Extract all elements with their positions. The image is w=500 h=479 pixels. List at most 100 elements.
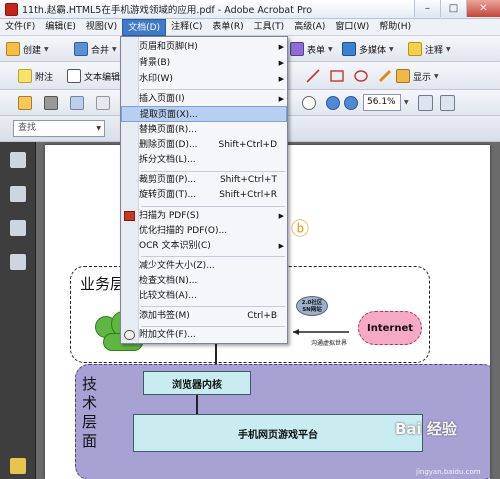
paperclip-icon xyxy=(124,330,135,340)
oval-tool[interactable] xyxy=(354,66,368,86)
menu-delete-pages[interactable]: 删除页面(D)... Shift+Ctrl+D xyxy=(121,137,287,153)
open-icon[interactable] xyxy=(18,96,32,110)
browser-core-box: 浏览器内核 xyxy=(143,371,251,395)
pencil-icon xyxy=(378,69,392,83)
menu-file[interactable]: 文件(F) xyxy=(0,19,40,36)
submenu-arrow-icon: ▶ xyxy=(278,242,284,250)
baidu-watermark-url: jingyan.baidu.com xyxy=(416,468,481,476)
submenu-arrow-icon: ▶ xyxy=(278,75,284,83)
zoom-dropdown-icon[interactable]: ▼ xyxy=(404,99,409,106)
menu-background[interactable]: 背景(B) ▶ xyxy=(121,55,287,71)
submenu-arrow-icon: ▶ xyxy=(278,95,284,103)
menu-ocr[interactable]: OCR 文本识别(C) ▶ xyxy=(121,238,287,254)
fit-width-icon[interactable] xyxy=(440,95,455,111)
menu-bar: 文件(F) 编辑(E) 视图(V) 文档(D) 注释(C) 表单(R) 工具(T… xyxy=(0,18,500,36)
chevron-down-icon: ▼ xyxy=(44,45,49,53)
line-tool[interactable] xyxy=(306,66,320,86)
menu-add-bookmark[interactable]: 添加书签(M) Ctrl+B xyxy=(121,308,287,324)
menu-split-document[interactable]: 拆分文档(L)... xyxy=(121,152,287,168)
acrobat-icon xyxy=(5,2,18,16)
menu-crop-pages[interactable]: 裁剪页面(P)... Shift+Ctrl+T xyxy=(121,172,287,188)
menu-watermark[interactable]: 水印(W) ▶ xyxy=(121,71,287,87)
text-edit-button[interactable]: 文本编辑 xyxy=(67,66,120,86)
menu-forms[interactable]: 表单(R) xyxy=(207,19,248,36)
menu-compare-documents[interactable]: 比较文档(A)... xyxy=(121,288,287,304)
zoom-level-field[interactable]: 56.1% xyxy=(363,94,401,111)
menu-window[interactable]: 窗口(W) xyxy=(330,19,374,36)
comment-button[interactable]: 注释 ▼ xyxy=(408,39,451,59)
menu-optimize-scanned[interactable]: 优化扫描的 PDF(O)... xyxy=(121,223,287,239)
comment-icon xyxy=(408,42,422,56)
navigation-pane xyxy=(0,142,36,479)
multimedia-button[interactable]: 多媒体 ▼ xyxy=(342,39,394,59)
menu-insert-pages[interactable]: 插入页面(I) ▶ xyxy=(121,91,287,107)
comments-icon[interactable] xyxy=(10,458,26,474)
sticky-note-icon xyxy=(18,69,32,83)
zoom-out-icon[interactable] xyxy=(326,96,340,110)
menu-rotate-pages[interactable]: 旋转页面(T)... Shift+Ctrl+R xyxy=(121,187,287,203)
chevron-down-icon: ▼ xyxy=(328,45,333,53)
rectangle-tool[interactable] xyxy=(330,66,344,86)
minimize-button[interactable]: – xyxy=(414,0,440,17)
menu-comments[interactable]: 注释(C) xyxy=(166,19,207,36)
diagram-note: 沟通虚拟世界 xyxy=(311,340,348,347)
vertical-arrow xyxy=(196,395,198,414)
zoom-tool-icon[interactable] xyxy=(302,96,316,110)
close-button[interactable]: ✕ xyxy=(466,0,500,17)
signatures-icon[interactable] xyxy=(10,254,26,270)
menu-separator xyxy=(141,256,285,257)
menu-separator xyxy=(141,206,285,207)
email-icon[interactable] xyxy=(70,96,84,110)
save-icon[interactable] xyxy=(96,96,110,110)
menu-document[interactable]: 文档(D) xyxy=(122,18,167,36)
menu-header-footer[interactable]: 页眉和页脚(H) ▶ xyxy=(121,39,287,55)
chevron-down-icon: ▼ xyxy=(96,125,101,132)
menu-attach-file[interactable]: 附加文件(F)... xyxy=(121,327,287,343)
internet-cloud: Internet xyxy=(358,311,422,345)
pencil-tool[interactable] xyxy=(378,66,392,86)
menu-edit[interactable]: 编辑(E) xyxy=(40,19,81,36)
layers-icon[interactable] xyxy=(10,220,26,236)
business-layer-label: 业务层 xyxy=(80,275,126,293)
menu-examine-document[interactable]: 检查文档(N)... xyxy=(121,273,287,289)
bookmarks-icon[interactable] xyxy=(10,186,26,202)
create-button[interactable]: 创建 ▼ xyxy=(6,39,49,59)
menu-reduce-file-size[interactable]: 减少文件大小(Z)... xyxy=(121,258,287,274)
combine-button[interactable]: 合并 ▼ xyxy=(74,39,117,59)
submenu-arrow-icon: ▶ xyxy=(278,43,284,51)
submenu-arrow-icon: ▶ xyxy=(278,212,284,220)
game-platform-box: 手机网页游戏平台 xyxy=(133,414,423,452)
rectangle-icon xyxy=(330,70,344,82)
menu-separator xyxy=(141,89,285,90)
print-icon[interactable] xyxy=(44,96,58,110)
document-menu: 页眉和页脚(H) ▶ 背景(B) ▶ 水印(W) ▶ 插入页面(I) ▶ 提取页面(X)… xyxy=(120,36,288,344)
sns-bubble: 2.0社区 SN网站 xyxy=(296,296,328,316)
menu-view[interactable]: 视图(V) xyxy=(81,19,122,36)
scanner-icon xyxy=(124,211,135,221)
zoom-in-icon[interactable] xyxy=(344,96,358,110)
menu-replace-pages[interactable]: 替换页面(R)... xyxy=(121,122,287,138)
chevron-down-icon: ▼ xyxy=(434,72,439,80)
pages-icon[interactable] xyxy=(10,152,26,168)
tech-layer-label: 技术层面 xyxy=(82,375,98,450)
display-button[interactable]: 显示 ▼ xyxy=(396,66,439,86)
maximize-button[interactable]: □ xyxy=(440,0,466,17)
window-controls: – □ ✕ xyxy=(414,0,500,17)
submenu-arrow-icon: ▶ xyxy=(278,59,284,67)
chevron-down-icon: ▼ xyxy=(389,45,394,53)
display-icon xyxy=(396,69,410,83)
text-edit-icon xyxy=(67,69,81,83)
oval-icon xyxy=(354,70,368,82)
menu-scan-to-pdf[interactable]: 扫描为 PDF(S) ▶ xyxy=(121,208,287,224)
forms-button[interactable]: 表单 ▼ xyxy=(290,39,333,59)
menu-help[interactable]: 帮助(H) xyxy=(374,19,416,36)
attach-note-button[interactable]: 附注 xyxy=(18,66,53,86)
menu-tools[interactable]: 工具(T) xyxy=(249,19,290,36)
chevron-down-icon: ▼ xyxy=(446,45,451,53)
find-input[interactable]: 查找 ▼ xyxy=(13,120,105,137)
fit-page-icon[interactable] xyxy=(418,95,433,111)
create-icon xyxy=(6,42,20,56)
menu-extract-pages[interactable]: 提取页面(X)... xyxy=(121,106,287,122)
menu-advanced[interactable]: 高级(A) xyxy=(289,19,330,36)
window-title: 11th.赵霸.HTML5在手机游戏领域的应用.pdf - Adobe Acro… xyxy=(22,5,313,16)
